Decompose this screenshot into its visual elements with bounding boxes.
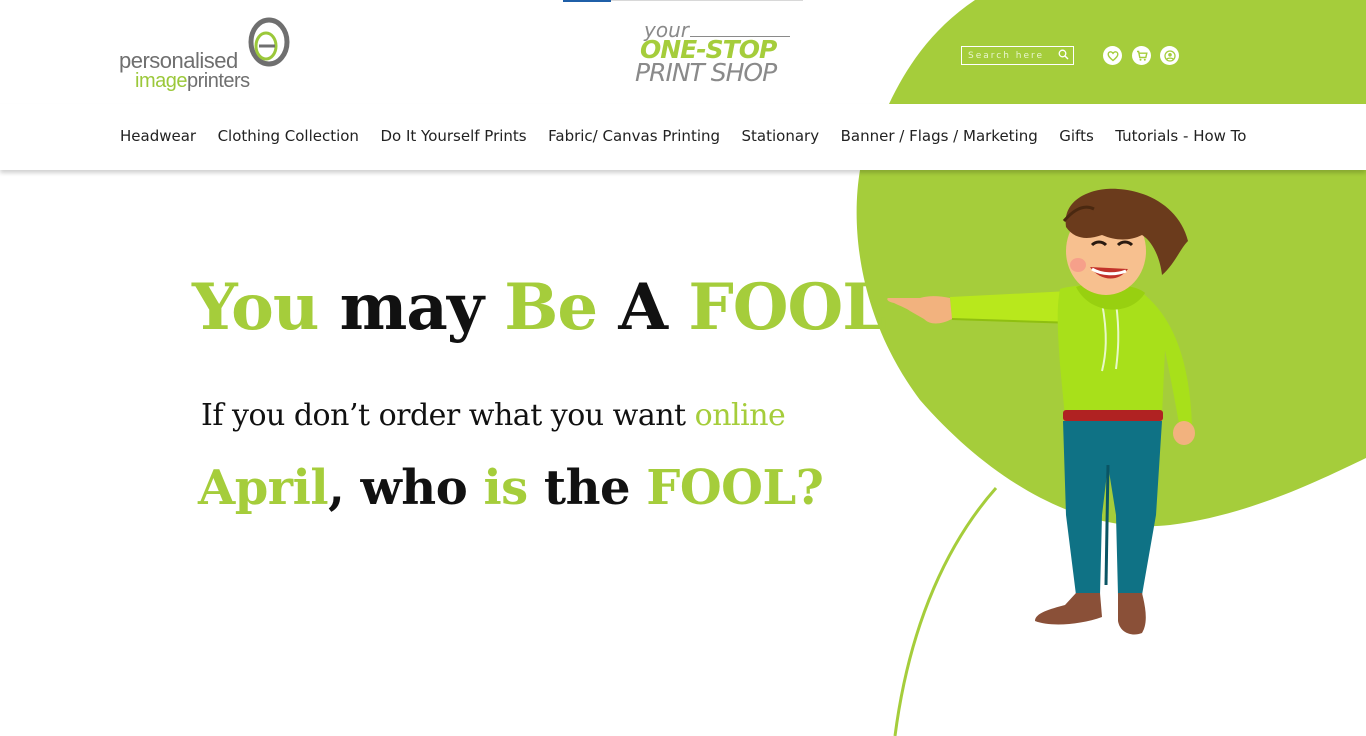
search-icon[interactable] (1058, 49, 1069, 60)
top-accent-line (563, 0, 611, 2)
headline-word-be: Be (504, 270, 598, 345)
page: personalised imageprinters your ONE-STOP… (0, 0, 1366, 736)
wishlist-button[interactable] (1103, 46, 1122, 65)
cart-icon (1136, 50, 1148, 61)
tagline: your ONE-STOP PRINT SHOP (630, 18, 800, 88)
search-box (961, 46, 1074, 65)
nav-item-gifts[interactable]: Gifts (1059, 127, 1094, 145)
nav-item-headwear[interactable]: Headwear (120, 127, 196, 145)
pointing-boy-illustration (887, 188, 1195, 635)
search-input[interactable] (962, 47, 1058, 64)
subline-text: If you don’t order what you want (201, 398, 686, 433)
site-logo[interactable]: personalised imageprinters (117, 16, 297, 94)
headline-word-may: may (339, 270, 484, 345)
logo-text-printers: printers (186, 70, 250, 92)
nav-item-banner-flags[interactable]: Banner / Flags / Marketing (841, 127, 1038, 145)
question-word-who: , who (328, 460, 468, 516)
cart-button[interactable] (1132, 46, 1151, 65)
logo-text-image: image (135, 70, 187, 92)
nav-item-stationary[interactable]: Stationary (742, 127, 820, 145)
heart-icon (1106, 50, 1119, 61)
top-thin-line (611, 0, 803, 1)
nav-item-tutorials[interactable]: Tutorials - How To (1115, 127, 1246, 145)
site-header: personalised imageprinters your ONE-STOP… (0, 0, 1366, 105)
hero-headline: You may Be A FOOL (192, 270, 887, 345)
main-nav: Headwear Clothing Collection Do It Yours… (0, 104, 1366, 170)
headline-word-fool: FOOL (688, 270, 887, 345)
subline-accent: online (694, 398, 786, 433)
headline-word-a: A (618, 270, 668, 345)
hero-question: April, who is the FOOL? (198, 460, 824, 516)
account-button[interactable] (1160, 46, 1179, 65)
tagline-print-shop: PRINT SHOP (635, 58, 777, 87)
question-word-the: the (543, 460, 631, 516)
nav-item-fabric-canvas[interactable]: Fabric/ Canvas Printing (548, 127, 720, 145)
question-word-fool: FOOL? (646, 460, 824, 516)
logo-mark-icon (248, 17, 290, 67)
nav-item-diy-prints[interactable]: Do It Yourself Prints (380, 127, 526, 145)
question-word-is: is (483, 460, 528, 516)
headline-word-you: You (192, 270, 319, 345)
nav-item-clothing-collection[interactable]: Clothing Collection (218, 127, 359, 145)
question-word-april: April (198, 460, 329, 516)
logo-text-image-printers: imageprinters (135, 70, 250, 93)
user-icon (1163, 49, 1176, 62)
hero-subline: If you don’t order what you want online (201, 398, 786, 433)
